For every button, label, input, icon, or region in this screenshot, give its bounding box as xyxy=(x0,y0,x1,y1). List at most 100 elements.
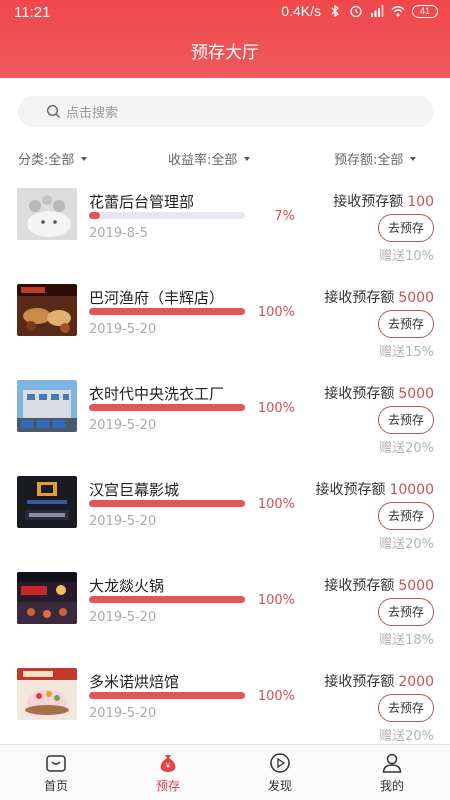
deposit-button[interactable]: 去预存 xyxy=(378,502,434,530)
deposit-value: 2000 xyxy=(398,674,434,690)
publish-date: 2019-8-5 xyxy=(89,226,149,241)
progress-bar xyxy=(89,404,245,411)
home-icon xyxy=(46,755,66,772)
list-item[interactable]: 汉宫巨幕影城 100% 2019-5-20 接收预存额 10000 去预存 赠送2… xyxy=(0,472,450,568)
merchant-thumbnail xyxy=(17,380,77,432)
filter-yield-label: 收益率:全部 xyxy=(168,153,238,168)
progress-fill xyxy=(89,596,245,603)
tab-profile-label: 我的 xyxy=(379,779,404,793)
deposit-label: 接收预存额 xyxy=(324,386,395,402)
deposit-value: 100 xyxy=(407,194,434,210)
list-item[interactable]: 巴河渔府（丰辉店） 100% 2019-5-20 接收预存额 5000 去预存 赠… xyxy=(0,280,450,376)
merchant-thumbnail xyxy=(17,284,77,336)
progress-fill xyxy=(89,308,245,315)
deposit-button[interactable]: 去预存 xyxy=(378,598,434,626)
progress-fill xyxy=(89,692,245,699)
progress-fill xyxy=(89,404,245,411)
deposit-amount: 接收预存额 10000 xyxy=(315,479,434,499)
filter-category-label: 分类:全部 xyxy=(18,153,75,168)
status-time: 11:21 xyxy=(14,4,51,21)
filter-amount[interactable]: 预存额:全部 xyxy=(334,149,417,168)
svg-text:¥: ¥ xyxy=(166,762,171,770)
bonus-text: 赠送15% xyxy=(379,345,434,360)
deposit-label: 接收预存额 xyxy=(324,674,395,690)
status-icons: 0.4K/s 41 xyxy=(281,3,438,19)
deposit-amount: 接收预存额 5000 xyxy=(324,287,434,307)
merchant-thumbnail xyxy=(17,572,77,624)
bottom-tab-bar: 首页 ¥ 预存 发现 我的 xyxy=(0,744,450,800)
caret-down-icon xyxy=(244,156,251,161)
progress-fill xyxy=(89,500,245,507)
deposit-value: 10000 xyxy=(389,482,434,498)
tab-profile[interactable]: 我的 xyxy=(347,745,437,800)
merchant-name: 衣时代中央洗衣工厂 xyxy=(89,385,225,403)
publish-date: 2019-5-20 xyxy=(89,418,157,433)
tab-home[interactable]: 首页 xyxy=(11,745,101,800)
merchant-name: 巴河渔府（丰辉店） xyxy=(89,289,225,307)
signal-icon xyxy=(371,5,384,17)
bonus-text: 赠送18% xyxy=(379,633,434,648)
tab-home-label: 首页 xyxy=(43,779,68,793)
page-title: 预存大厅 xyxy=(191,43,259,63)
progress-bar xyxy=(89,692,245,699)
alarm-icon xyxy=(350,5,362,18)
list-item[interactable]: 衣时代中央洗衣工厂 100% 2019-5-20 接收预存额 5000 去预存 赠… xyxy=(0,376,450,472)
deposit-amount: 接收预存额 2000 xyxy=(324,671,434,691)
tab-discover-label: 发现 xyxy=(267,779,292,793)
merchant-thumbnail xyxy=(17,668,77,720)
filter-bar: 分类:全部 收益率:全部 预存额:全部 xyxy=(0,146,450,170)
deposit-amount: 接收预存额 5000 xyxy=(324,383,434,403)
money-bag-icon: ¥ xyxy=(160,755,176,772)
search-input[interactable]: 点击搜索 xyxy=(18,96,434,127)
progress-bar xyxy=(89,308,245,315)
tab-discover[interactable]: 发现 xyxy=(235,745,325,800)
search-section: 点击搜索 xyxy=(0,78,450,142)
progress-percent: 100% xyxy=(257,305,295,320)
play-circle-icon xyxy=(270,753,290,773)
progress-percent: 100% xyxy=(257,497,295,512)
deposit-button[interactable]: 去预存 xyxy=(378,406,434,434)
tab-deposit-label: 预存 xyxy=(155,779,180,793)
progress-percent: 100% xyxy=(257,689,295,704)
deposit-button[interactable]: 去预存 xyxy=(378,214,434,242)
filter-yield[interactable]: 收益率:全部 xyxy=(168,149,251,168)
wifi-icon xyxy=(391,6,405,17)
merchant-name: 多米诺烘焙馆 xyxy=(89,673,180,691)
bonus-text: 赠送20% xyxy=(379,441,434,456)
bonus-text: 赠送20% xyxy=(379,729,434,744)
network-speed: 0.4K/s xyxy=(281,3,321,19)
list-item[interactable]: 大龙燚火锅 100% 2019-5-20 接收预存额 5000 去预存 赠送18% xyxy=(0,568,450,664)
deposit-button[interactable]: 去预存 xyxy=(378,694,434,722)
progress-bar xyxy=(89,500,245,507)
status-bar: 11:21 0.4K/s 41 xyxy=(0,0,450,26)
list-item[interactable]: 花蕾后台管理部 7% 2019-8-5 接收预存额 100 去预存 赠送10% xyxy=(0,184,450,280)
deposit-label: 接收预存额 xyxy=(324,290,395,306)
merchant-name: 花蕾后台管理部 xyxy=(89,193,195,211)
bluetooth-icon xyxy=(331,4,340,18)
progress-fill xyxy=(89,212,100,219)
deposit-button[interactable]: 去预存 xyxy=(378,310,434,338)
app-header: 11:21 0.4K/s 41 预存大厅 xyxy=(0,0,450,78)
progress-bar xyxy=(89,212,245,219)
battery-indicator: 41 xyxy=(412,4,438,18)
deposit-amount: 接收预存额 5000 xyxy=(324,575,434,595)
tab-deposit[interactable]: ¥ 预存 xyxy=(123,745,213,800)
bonus-text: 赠送20% xyxy=(379,537,434,552)
deposit-value: 5000 xyxy=(398,386,434,402)
user-icon xyxy=(382,753,402,773)
filter-category[interactable]: 分类:全部 xyxy=(18,149,88,168)
deposit-label: 接收预存额 xyxy=(315,482,386,498)
publish-date: 2019-5-20 xyxy=(89,322,157,337)
publish-date: 2019-5-20 xyxy=(89,514,157,529)
deposit-value: 5000 xyxy=(398,290,434,306)
deposit-label: 接收预存额 xyxy=(333,194,404,210)
caret-down-icon xyxy=(410,156,417,161)
deposit-amount: 接收预存额 100 xyxy=(333,191,434,211)
merchant-thumbnail xyxy=(17,476,77,528)
search-placeholder: 点击搜索 xyxy=(66,106,119,121)
merchant-name: 汉宫巨幕影城 xyxy=(89,481,180,499)
progress-bar xyxy=(89,596,245,603)
deposit-value: 5000 xyxy=(398,578,434,594)
deposit-label: 接收预存额 xyxy=(324,578,395,594)
publish-date: 2019-5-20 xyxy=(89,706,157,721)
